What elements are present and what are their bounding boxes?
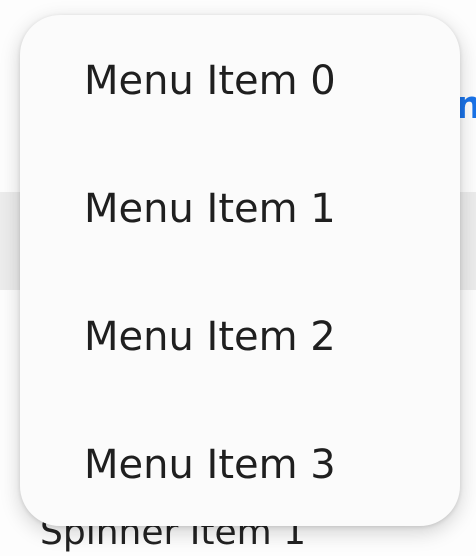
menu-item-3[interactable]: Menu Item 3 — [20, 401, 460, 529]
menu-item-2[interactable]: Menu Item 2 — [20, 273, 460, 401]
menu-item-1[interactable]: Menu Item 1 — [20, 145, 460, 273]
menu-item-0[interactable]: Menu Item 0 — [20, 17, 460, 145]
popup-menu: Menu Item 0 Menu Item 1 Menu Item 2 Menu… — [20, 15, 460, 526]
